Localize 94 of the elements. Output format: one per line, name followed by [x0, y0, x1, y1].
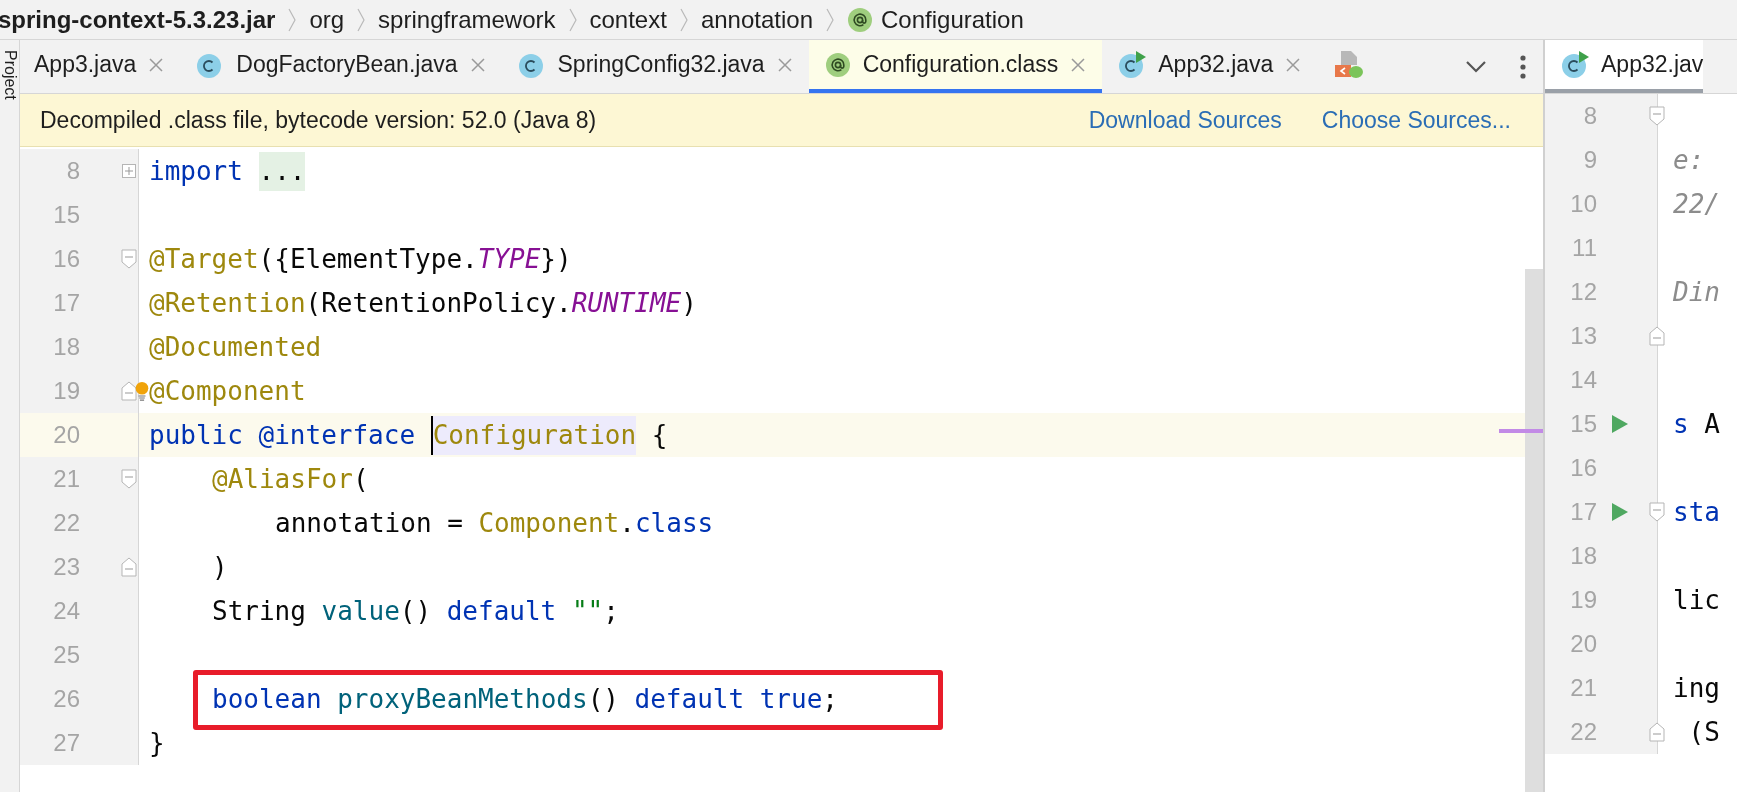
code-line: sta	[1673, 495, 1720, 529]
more-options-icon[interactable]	[1519, 53, 1527, 80]
annotation-icon	[824, 51, 851, 78]
code-line: lic	[1673, 583, 1720, 617]
line-number: 10	[1569, 189, 1597, 219]
error-stripe-mark	[1499, 429, 1543, 433]
chevron-separator-icon	[356, 6, 367, 33]
collapse-fold-icon[interactable]	[121, 381, 137, 401]
chevron-down-icon[interactable]	[1465, 59, 1487, 74]
collapse-fold-icon[interactable]	[1649, 722, 1665, 742]
line-number: 21	[53, 464, 81, 494]
code-line: e:	[1673, 143, 1705, 177]
editor-tab[interactable]: DogFactoryBean.java	[180, 40, 502, 93]
collapse-fold-icon[interactable]	[121, 469, 137, 489]
line-number: 15	[1569, 409, 1597, 439]
line-number: 16	[53, 244, 81, 274]
line-number: 16	[1569, 453, 1597, 483]
breadcrumb-item[interactable]: Configuration	[881, 1, 1024, 38]
editor-tab[interactable]: App32.jav	[1545, 40, 1704, 93]
close-icon[interactable]	[469, 56, 486, 73]
lightbulb-icon[interactable]	[135, 381, 149, 401]
code-line: @Target({ElementType.TYPE})	[149, 242, 572, 276]
editor-tab[interactable]: Configuration.class	[808, 40, 1103, 93]
code-line: Din	[1673, 275, 1720, 309]
code-line: ing	[1673, 671, 1720, 705]
line-number: 22	[53, 508, 81, 538]
collapse-fold-icon[interactable]	[1649, 502, 1665, 522]
banner-text: Decompiled .class file, bytecode version: 52.0 (Java 8)	[40, 105, 597, 135]
code-line: public @interface Configuration {	[149, 415, 668, 455]
line-number: 14	[1569, 365, 1597, 395]
code-line: (S	[1687, 715, 1720, 749]
line-number: 20	[53, 420, 81, 450]
code-line: )	[212, 550, 228, 584]
code-line: s A	[1673, 407, 1720, 441]
breadcrumb-item[interactable]: context	[589, 1, 667, 38]
collapse-fold-icon[interactable]	[1649, 326, 1665, 346]
code-line: }	[149, 726, 165, 760]
line-number: 19	[53, 376, 81, 406]
line-number: 25	[53, 640, 81, 670]
collapse-fold-icon[interactable]	[121, 557, 137, 577]
runnable-class-icon	[1561, 50, 1589, 79]
close-icon[interactable]	[1070, 56, 1087, 73]
editor-tab[interactable]: App32.java	[1102, 40, 1318, 93]
line-number: 21	[1569, 673, 1597, 703]
code-line: 22/	[1673, 187, 1720, 221]
close-icon[interactable]	[1285, 56, 1302, 73]
breadcrumb-item[interactable]: springframework	[378, 1, 556, 38]
line-number: 15	[53, 200, 81, 230]
run-icon[interactable]	[1611, 502, 1629, 522]
chevron-separator-icon	[567, 6, 578, 33]
collapse-fold-icon[interactable]	[1649, 106, 1665, 126]
line-number: 20	[1569, 629, 1597, 659]
breadcrumb-item[interactable]: annotation	[700, 1, 813, 38]
line-number: 8	[1582, 101, 1597, 131]
line-number: 23	[53, 552, 81, 582]
collapse-fold-icon[interactable]	[121, 249, 137, 269]
line-number: 17	[1569, 497, 1597, 527]
line-number: 26	[53, 684, 81, 714]
chevron-separator-icon	[825, 6, 835, 33]
banner-link[interactable]: Download Sources	[1088, 102, 1282, 138]
line-number: 18	[1569, 541, 1597, 571]
expand-fold-icon[interactable]	[122, 164, 136, 178]
line-number: 24	[53, 596, 81, 626]
line-number: 8	[66, 156, 81, 186]
code-line: @AliasFor(	[212, 462, 369, 496]
annotation-icon	[847, 6, 873, 33]
line-number: 11	[1571, 233, 1597, 263]
code-line: annotation = Component.class	[275, 506, 714, 540]
code-line: @Retention(RetentionPolicy.RUNTIME)	[149, 286, 697, 320]
breadcrumb-item[interactable]: org	[309, 1, 345, 38]
line-number: 27	[53, 728, 81, 758]
run-icon[interactable]	[1611, 414, 1629, 434]
code-line: import ...	[149, 151, 306, 191]
line-number: 13	[1569, 321, 1597, 351]
line-number: 22	[1569, 717, 1597, 747]
line-number: 9	[1582, 145, 1597, 175]
banner-link[interactable]: Choose Sources...	[1321, 102, 1511, 138]
close-icon[interactable]	[148, 56, 165, 73]
line-number: 18	[53, 332, 81, 362]
line-number: 19	[1569, 585, 1597, 615]
spring-file-icon	[1333, 48, 1366, 81]
code-line: boolean proxyBeanMethods() default true;	[212, 682, 838, 716]
line-number: 17	[53, 288, 81, 318]
code-line: @Documented	[149, 330, 322, 364]
close-icon[interactable]	[776, 56, 793, 73]
code-line: @Component	[149, 374, 306, 408]
runnable-class-icon	[1118, 50, 1147, 79]
chevron-separator-icon	[678, 6, 689, 33]
editor-tab[interactable]: SpringConfig32.java	[501, 40, 809, 93]
chevron-separator-icon	[287, 6, 298, 33]
project-tool-tab[interactable]: Project	[1, 50, 19, 100]
editor-tab[interactable]: App3.java	[18, 40, 181, 93]
code-line: String value() default "";	[212, 594, 619, 628]
line-number: 12	[1569, 277, 1597, 307]
